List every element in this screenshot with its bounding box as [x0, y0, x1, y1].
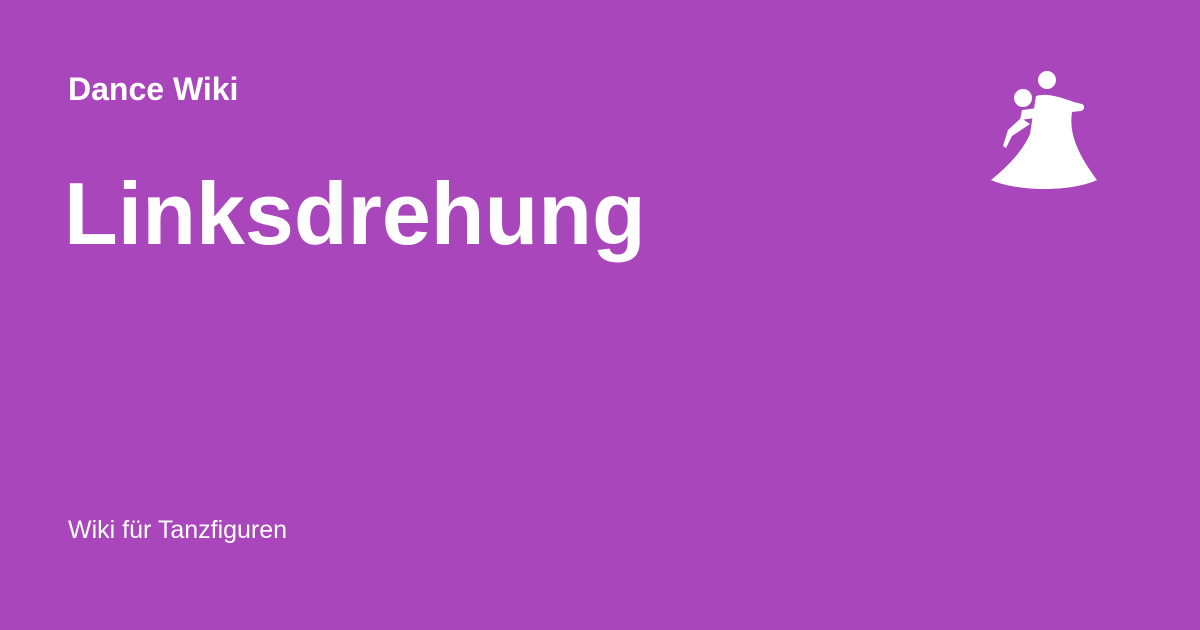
site-tagline: Wiki für Tanzfiguren	[68, 516, 288, 544]
page-title: Linksdrehung	[64, 164, 646, 263]
site-name: Dance Wiki	[68, 71, 239, 107]
social-preview-card: Dance Wiki Linksdrehung Wiki für Tanzfig…	[0, 0, 1200, 630]
ballroom-dancers-icon	[986, 66, 1104, 194]
